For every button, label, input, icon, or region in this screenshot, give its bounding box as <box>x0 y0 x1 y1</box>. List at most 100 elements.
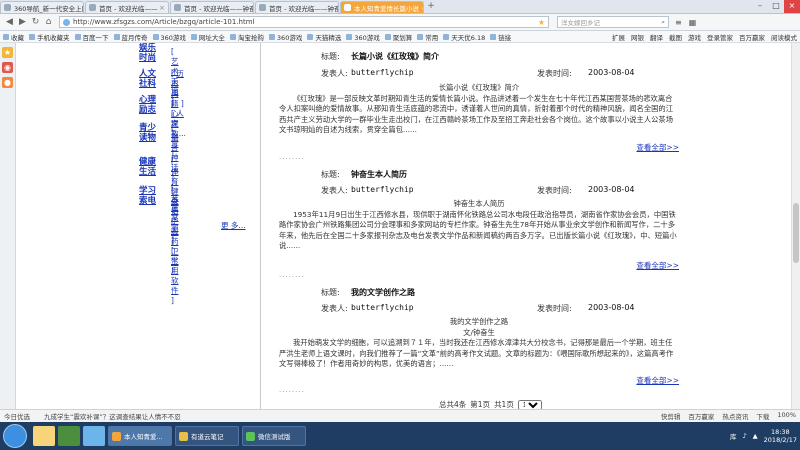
task-label: 本人知青爱... <box>124 433 163 441</box>
category-link[interactable]: 青少读物 <box>139 123 161 143</box>
subcategory-link[interactable]: 常用软件 <box>171 256 179 295</box>
scrollbar-thumb[interactable] <box>793 203 799 263</box>
view-all-link[interactable]: 查看全部>> <box>636 260 679 271</box>
360-browser-icon[interactable] <box>58 426 80 446</box>
category-link[interactable]: 娱乐时尚 <box>139 43 161 63</box>
menu-icon[interactable]: ≡ <box>675 18 682 27</box>
minimize-icon[interactable]: – <box>752 0 768 13</box>
tab-home-2[interactable]: 首页 - 欢迎光临——钟奋生工作× <box>170 1 254 13</box>
bookmark-item[interactable]: 百度一下 <box>74 32 109 42</box>
grid-icon[interactable]: ▦ <box>689 18 697 27</box>
status-news[interactable]: 九成学生“震欢补课”？这调查结果让人情不不忍 <box>44 411 181 421</box>
time-label: 发表时间: <box>537 69 572 78</box>
search-input[interactable]: 洋女嫁回乡记 ⌕ <box>557 16 669 28</box>
zoom-level[interactable]: 100% <box>777 411 796 421</box>
taskbar-task-wechat[interactable]: 微信测试版 <box>242 426 306 446</box>
article-title[interactable]: 我的文学创作之路 <box>351 287 415 298</box>
360-icon <box>4 4 11 11</box>
toolbar-item[interactable]: 阅读模式 <box>771 32 797 42</box>
subcategory-link[interactable]: 英语学习 <box>171 196 179 235</box>
view-all-link[interactable]: 查看全部>> <box>636 142 679 153</box>
category-link[interactable]: 人文社科 <box>139 69 161 89</box>
status-item[interactable]: 热点资讯 <box>722 411 748 421</box>
category-link[interactable]: 学习索电 <box>139 186 161 206</box>
bookmark-item[interactable]: 聚划算 <box>384 32 412 42</box>
view-all-link[interactable]: 查看全部>> <box>636 375 679 386</box>
bookmark-star-icon[interactable]: ★ <box>538 18 545 27</box>
folder-icon[interactable] <box>33 426 55 446</box>
bookmark-item[interactable]: 蓝月传奇 <box>113 32 148 42</box>
search-icon[interactable]: ⌕ <box>661 18 665 27</box>
article-title[interactable]: 钟奋生本人简历 <box>351 169 407 180</box>
page-select[interactable]: 1 <box>517 399 542 409</box>
bracket: [ <box>171 123 174 132</box>
home-icon[interactable]: ⌂ <box>42 17 55 27</box>
status-item[interactable]: 百万赢家 <box>688 411 714 421</box>
qq-icon[interactable] <box>83 426 105 446</box>
vertical-scrollbar[interactable] <box>791 43 800 409</box>
excerpt-body: 《红玫瑰》是一部反映文革时期知青生活的爱情长篇小说。作品讲述着一个发生在七十年代… <box>279 93 674 135</box>
category-link[interactable]: 健康生活 <box>139 157 161 177</box>
bookmark-label: 360游戏 <box>276 33 303 42</box>
article-title[interactable]: 长篇小说《红玫瑰》简介 <box>351 51 439 62</box>
bookmark-item[interactable]: 360游戏 <box>268 32 303 42</box>
bookmark-item[interactable]: 常用 <box>417 32 438 42</box>
bookmark-label: 百度一下 <box>82 33 109 42</box>
weibo-icon[interactable]: ◉ <box>2 62 13 73</box>
status-item[interactable]: 下载 <box>756 411 769 421</box>
window-close-icon[interactable]: × <box>784 0 800 13</box>
tab-360-nav[interactable]: 360导航_新一代安全上网导航× <box>0 1 84 13</box>
bookmark-item[interactable]: 链接 <box>490 32 511 42</box>
start-button[interactable] <box>3 424 27 448</box>
toolbar-item[interactable]: 游戏 <box>688 32 701 42</box>
toolbar-item[interactable]: 扩展 <box>612 32 625 42</box>
tab-home-1[interactable]: 首页 - 欢迎光临—— × <box>85 1 169 13</box>
browser-sidebar: ★ ◉ ● <box>0 43 16 409</box>
network-icon[interactable]: ▲ <box>753 432 758 440</box>
back-icon[interactable]: ◀ <box>3 17 16 27</box>
article-item: 标题: 长篇小说《红玫瑰》简介 发表人: butterflychip 发表时间:… <box>279 43 679 165</box>
bookmark-item[interactable]: 天猫精选 <box>307 32 341 42</box>
volume-icon[interactable]: ♪ <box>743 432 747 440</box>
toolbar-item[interactable]: 登录管家 <box>707 32 733 42</box>
bookmark-label: 网址大全 <box>198 33 225 42</box>
bookmark-item[interactable]: 手机收藏夹 <box>29 32 70 42</box>
toolbar-item[interactable]: 网银 <box>631 32 644 42</box>
more-link[interactable]: 更 多... <box>221 220 246 231</box>
excerpt-body: 1953年11月9日出生于江西修水县，现供职于湖南怀化铁路总公司水电段任政治指导… <box>279 209 677 251</box>
category-link[interactable]: 心理励志 <box>139 95 161 115</box>
toolbar-item[interactable]: 百万赢家 <box>739 32 765 42</box>
status-item[interactable]: 快剪辑 <box>661 411 681 421</box>
new-tab-button[interactable]: + <box>425 1 437 13</box>
bookmark-icon <box>229 33 236 40</box>
taskbar-task-notes[interactable]: 有道云笔记 <box>175 426 239 446</box>
refresh-icon[interactable]: ↻ <box>29 17 42 27</box>
title-label: 标题: <box>321 52 340 61</box>
tab-home-3[interactable]: 首页 - 欢迎光临——钟奋生工作× <box>255 1 339 13</box>
bookmark-item[interactable]: 淘宝抢购 <box>229 32 264 42</box>
forward-icon[interactable]: ▶ <box>16 17 29 27</box>
bookmark-item[interactable]: 360游戏 <box>346 32 380 42</box>
bookmark-icon <box>268 33 275 40</box>
nav-divider <box>260 43 261 409</box>
taskbar-task-browser[interactable]: 本人知青爱... <box>108 426 172 446</box>
bracket: [ <box>171 47 174 56</box>
article-excerpt: 长篇小说《红玫瑰》简介 《红玫瑰》是一部反映文革时期知青生活的爱情长篇小说。作品… <box>279 83 679 136</box>
status-featured[interactable]: 今日优选 <box>4 411 30 421</box>
clock[interactable]: 18:38 2018/2/17 <box>764 428 797 444</box>
bookmark-item[interactable]: 网址大全 <box>190 32 225 42</box>
url-input[interactable]: http://www.zfsgzs.com/Article/bzgq/artic… <box>59 16 549 28</box>
article-author: butterflychip <box>351 185 414 194</box>
bookmark-item[interactable]: 收藏 <box>3 32 24 42</box>
bookmark-item[interactable]: 360游戏 <box>152 32 186 42</box>
maximize-icon[interactable]: □ <box>768 0 784 13</box>
bookmark-item[interactable]: 天天优6.18 <box>443 32 485 42</box>
tray-label[interactable]: 库 <box>730 431 737 441</box>
close-icon[interactable]: × <box>159 4 165 12</box>
toolbar-item[interactable]: 翻译 <box>650 32 663 42</box>
bookmark-label: 收藏 <box>11 33 24 42</box>
toolbar-item[interactable]: 截图 <box>669 32 682 42</box>
tab-active-article[interactable]: 本人知青爱情长篇小说《红玫瑰》× <box>340 1 424 13</box>
favorites-star-icon[interactable]: ★ <box>2 47 13 58</box>
app-icon[interactable]: ● <box>2 77 13 88</box>
